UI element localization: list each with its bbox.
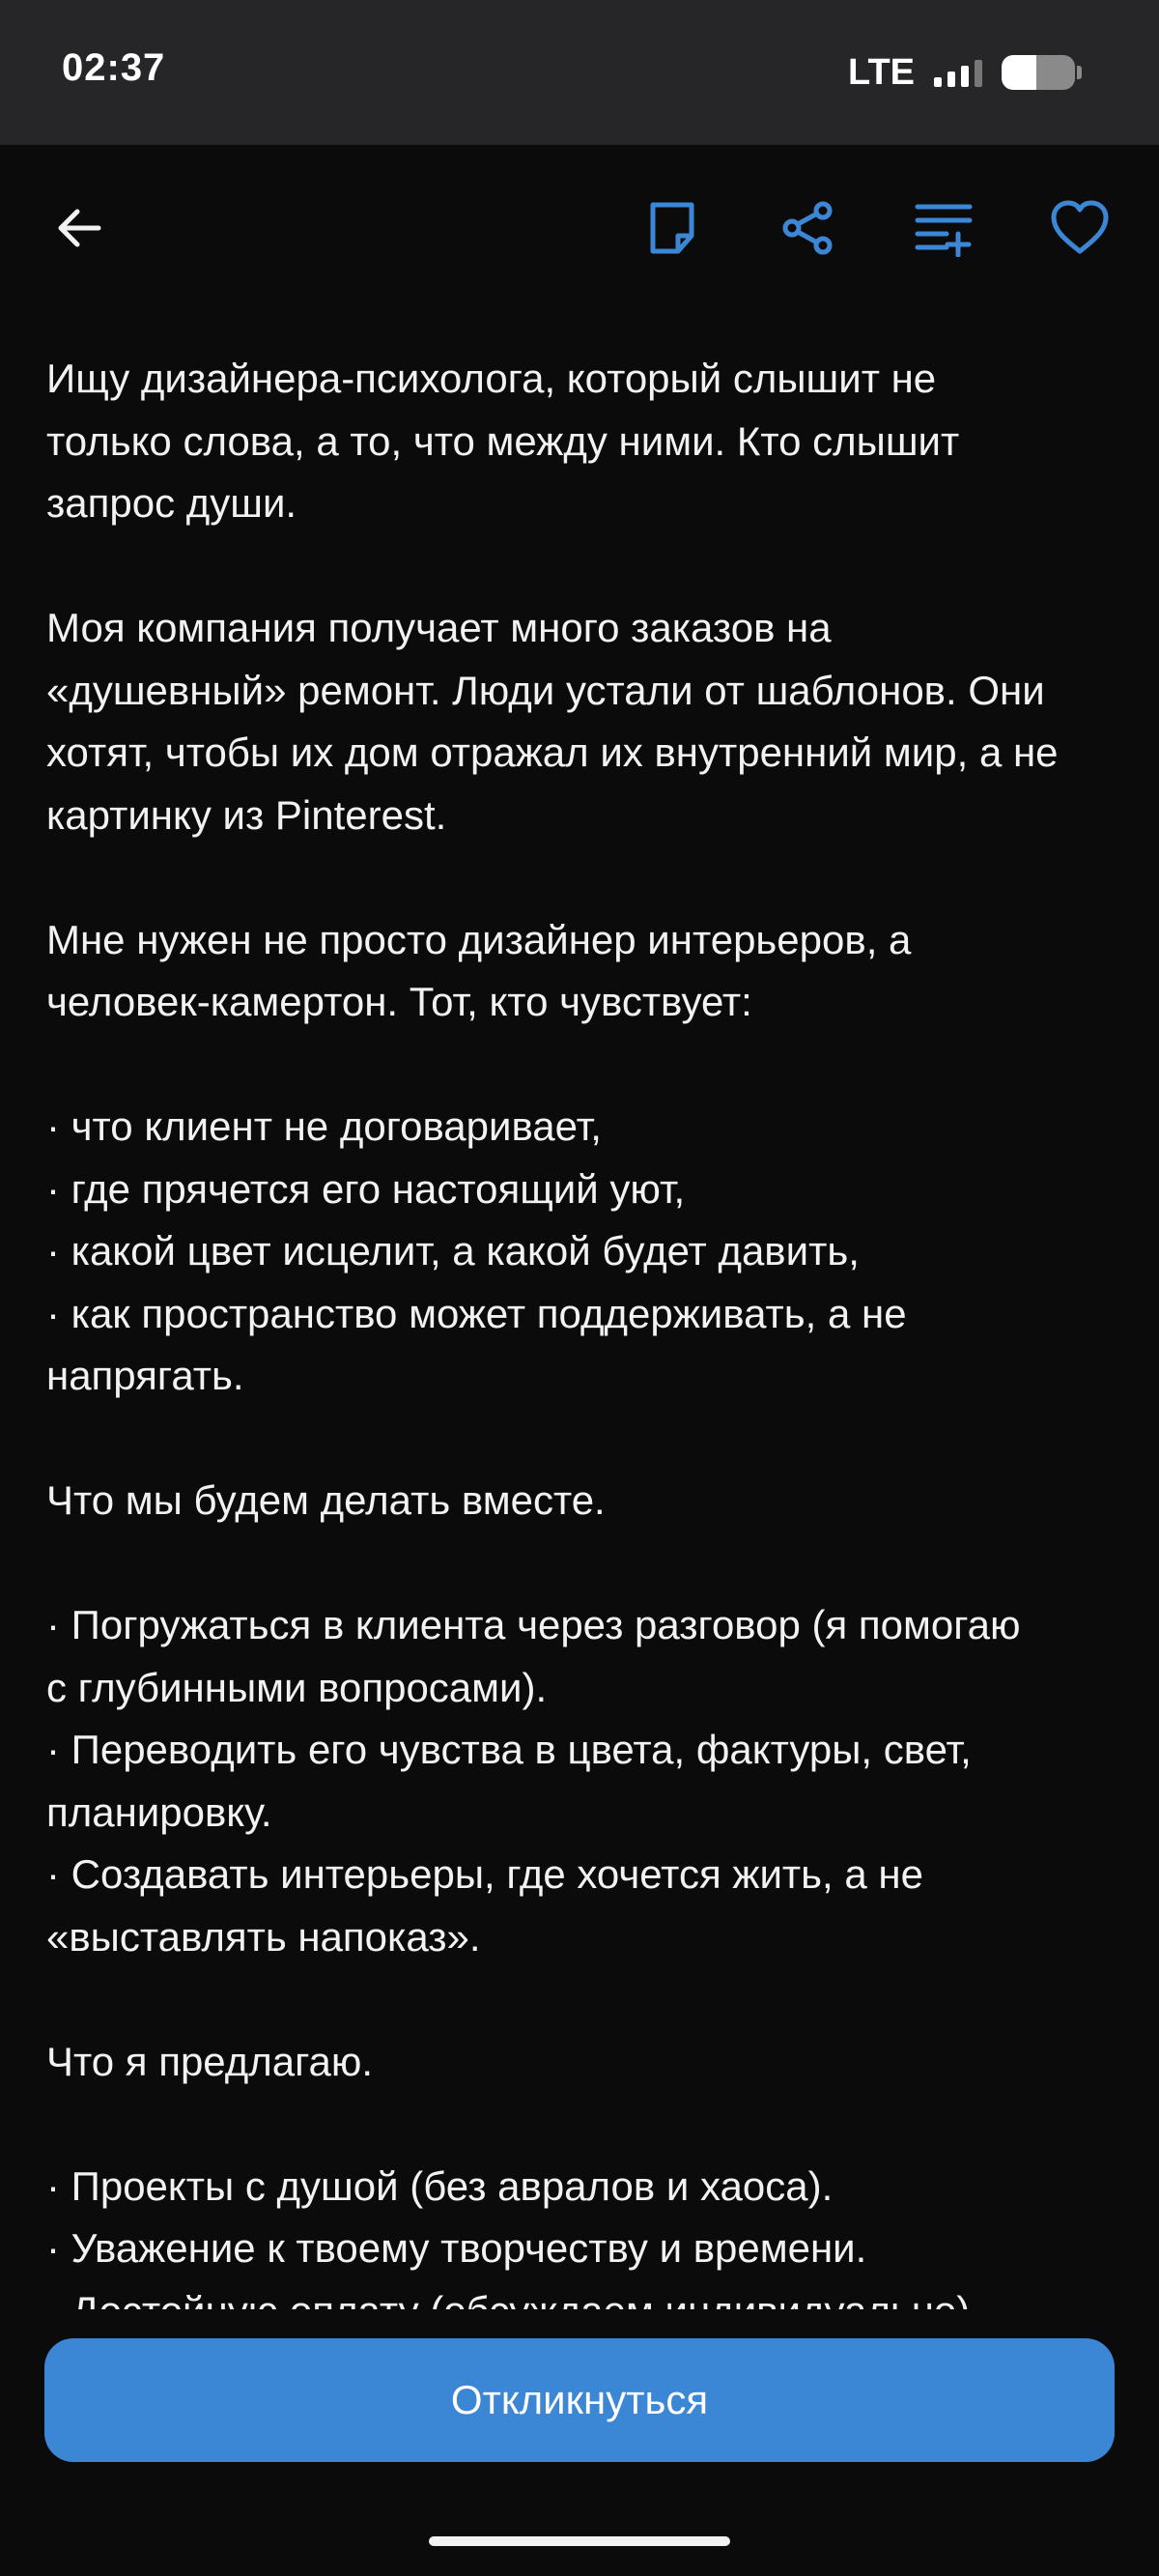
description-line: · где прячется его настоящий уют, [46,1165,686,1212]
description-line: Ищу дизайнера-психолога, который слышит … [46,356,937,401]
description-line: с глубинными вопросами). [46,1664,548,1710]
description-line: · Создавать интерьеры, где хочется жить,… [46,1851,923,1897]
back-button[interactable] [42,191,116,265]
description-line: Моя компания получает много заказов на [46,605,832,650]
description-line: только слова, а то, что между ними. Кто … [46,417,960,464]
description-line: · какой цвет исцелит, а какой будет дави… [46,1228,860,1274]
add-to-list-button[interactable] [908,191,981,265]
battery-tip [1077,66,1082,79]
respond-button[interactable]: Откликнуться [44,2338,1115,2462]
description-line: планировку. [46,1789,272,1835]
signal-icon [934,58,982,87]
back-arrow-icon [58,209,101,247]
description-line: · Проекты с душой (без авралов и хаоса). [46,2162,834,2209]
description-line: · Переводить его чувства в цвета, фактур… [46,1727,972,1772]
description-line: «выставлять напоказ». [46,1913,481,1960]
description-line: · Достойную оплату (обсуждаем индивидуал… [46,2280,1118,2310]
description-paragraph: Моя компания получает много заказов на «д… [46,597,1118,846]
network-type: LTE [848,51,915,93]
description-line: напрягать. [46,1353,244,1398]
description-line: «душевный» ремонт. Люди устали от шаблон… [46,667,1045,713]
status-bar: 02:37 LTE [0,0,1159,145]
heart-icon [1051,200,1109,254]
description-line: Что мы будем делать вместе. [46,1477,606,1523]
description-line: · как пространство может поддерживать, а… [46,1290,907,1336]
add-to-list-icon [915,204,973,257]
share-icon [782,201,833,255]
note-icon [650,202,694,254]
description-line: картинку из Pinterest. [46,791,447,838]
description-line: Мне нужен не просто дизайнер интерьеров,… [46,916,912,962]
status-time: 02:37 [62,46,166,89]
description-paragraph: · Проекты с душой (без авралов и хаоса).… [46,2156,1118,2310]
description-line: · Уважение к твоему творчеству и времени… [46,2225,867,2271]
description-line: · что клиент не договаривает, [46,1103,602,1149]
description-paragraph: · Погружаться в клиента через разговор (… [46,1594,1118,1968]
description-line: человек-камертон. Тот, кто чувствует: [46,979,752,1024]
description-paragraph: Ищу дизайнера-психолога, который слышит … [46,348,1118,535]
status-indicators: LTE [848,48,1082,97]
description-paragraph: Что я предлагаю. [46,2031,1118,2094]
vacancy-description: Ищу дизайнера-психолога, который слышит … [46,348,1118,2309]
favorite-button[interactable] [1043,191,1117,265]
description-paragraph: Мне нужен не просто дизайнер интерьеров,… [46,909,1118,1034]
share-button[interactable] [771,191,844,265]
description-line: Что я предлагаю. [46,2038,374,2084]
battery-icon [1002,55,1075,90]
description-paragraph: · что клиент не договаривает, · где пряче… [46,1096,1118,1408]
description-line: · Погружаться в клиента через разговор (… [46,1602,1021,1647]
description-line: запрос души. [46,480,297,526]
note-button[interactable] [636,191,709,265]
description-line: хотят, чтобы их дом отражал их внутренни… [46,730,1059,775]
top-toolbar [0,164,1159,290]
description-paragraph: Что мы будем делать вместе. [46,1470,1118,1532]
home-indicator[interactable] [429,2536,730,2546]
